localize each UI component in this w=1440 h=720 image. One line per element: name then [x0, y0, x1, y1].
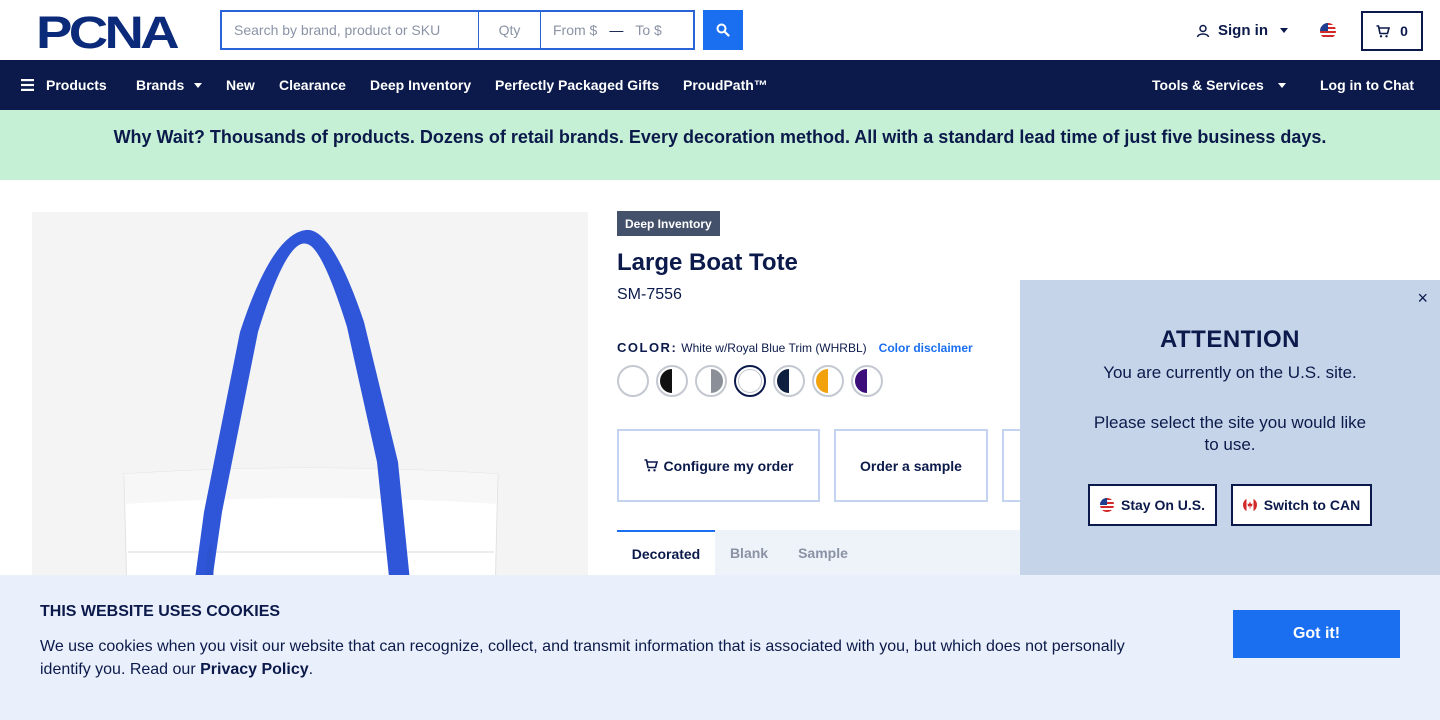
cookie-text: We use cookies when you visit our websit…: [40, 635, 1150, 681]
hamburger-menu-icon: [21, 79, 34, 91]
search-placeholder: Search by brand, product or SKU: [234, 22, 441, 38]
switch-can-button[interactable]: Switch to CAN: [1231, 484, 1372, 526]
color-label: COLOR:: [617, 340, 678, 355]
swatch-navy-trim[interactable]: [773, 365, 805, 397]
order-sample-label: Order a sample: [860, 457, 962, 474]
tab-blank[interactable]: Blank: [720, 530, 778, 575]
configure-order-label: Configure my order: [663, 457, 794, 474]
price-to-placeholder[interactable]: To $: [635, 22, 661, 38]
cookie-end: .: [308, 661, 314, 678]
cart-icon: [644, 459, 658, 472]
switch-can-label: Switch to CAN: [1263, 497, 1361, 513]
privacy-policy-link[interactable]: Privacy Policy: [200, 661, 309, 678]
search-input[interactable]: Search by brand, product or SKU: [220, 10, 478, 50]
cart-button[interactable]: 0: [1361, 11, 1423, 51]
current-site-message: You are currently on the U.S. site.: [1103, 363, 1357, 382]
us-flag-icon: [1099, 498, 1114, 512]
search-bar: Search by brand, product or SKU Qty From…: [220, 10, 743, 50]
deep-inventory-badge: Deep Inventory: [617, 211, 720, 236]
pcna-logo-icon: PCNA: [36, 7, 182, 58]
color-selection-label: COLOR: White w/Royal Blue Trim (WHRBL) C…: [617, 340, 973, 355]
nav-clearance[interactable]: Clearance: [279, 60, 346, 110]
cookie-banner: THIS WEBSITE USES COOKIES We use cookies…: [0, 575, 1440, 720]
swatch-black-trim[interactable]: [656, 365, 688, 397]
top-header: PCNA Search by brand, product or SKU Qty…: [0, 0, 1440, 60]
nav-proudpath[interactable]: ProudPath™: [683, 60, 768, 110]
close-icon[interactable]: ×: [1417, 288, 1428, 309]
price-from-placeholder[interactable]: From $: [553, 22, 597, 38]
configure-order-button[interactable]: Configure my order: [617, 429, 820, 502]
logo-text: PCNA: [36, 12, 179, 52]
attention-title: ATTENTION: [1159, 326, 1301, 353]
nav-products[interactable]: Products: [21, 60, 107, 110]
swatch-purple-trim[interactable]: [851, 365, 883, 397]
nav-tools-services[interactable]: Tools & Services: [1152, 60, 1286, 110]
color-value: White w/Royal Blue Trim (WHRBL): [681, 340, 867, 355]
nav-products-label: Products: [46, 77, 107, 93]
stay-us-label: Stay On U.S.: [1120, 497, 1206, 513]
canada-flag-icon: [1242, 498, 1257, 512]
promo-banner-text: Why Wait? Thousands of products. Dozens …: [113, 127, 1327, 147]
price-range-input[interactable]: From $ — To $: [540, 10, 695, 50]
nav-deep-inventory[interactable]: Deep Inventory: [370, 60, 471, 110]
stay-us-button[interactable]: Stay On U.S.: [1088, 484, 1217, 526]
got-it-button[interactable]: Got it!: [1233, 610, 1400, 658]
user-icon: [1196, 24, 1210, 37]
site-selection-popup: × ATTENTION You are currently on the U.S…: [1020, 280, 1440, 575]
range-separator: —: [609, 22, 624, 38]
swatch-gray-trim[interactable]: [695, 365, 727, 397]
color-disclaimer-link[interactable]: Color disclaimer: [879, 341, 973, 355]
nav-new[interactable]: New: [226, 60, 255, 110]
cart-count: 0: [1400, 23, 1408, 39]
sign-in-label: Sign in: [1218, 22, 1268, 39]
quantity-input[interactable]: Qty: [478, 10, 540, 50]
search-button[interactable]: [703, 10, 743, 50]
cookie-title: THIS WEBSITE USES COOKIES: [40, 603, 281, 620]
nav-log-in-chat[interactable]: Log in to Chat: [1320, 60, 1414, 110]
chevron-down-icon: [194, 82, 203, 88]
select-site-message: Please select the site you would like to…: [1093, 413, 1367, 454]
pcna-logo[interactable]: PCNA: [36, 7, 184, 58]
swatch-orange-trim[interactable]: [812, 365, 844, 397]
order-sample-button[interactable]: Order a sample: [834, 429, 988, 502]
product-title: Large Boat Tote: [617, 249, 798, 276]
chevron-down-icon: [1277, 82, 1286, 88]
promo-banner: Why Wait? Thousands of products. Dozens …: [0, 110, 1440, 180]
nav-tools-label: Tools & Services: [1152, 77, 1264, 93]
search-icon: [716, 23, 730, 37]
main-navigation: Products Brands New Clearance Deep Inven…: [0, 60, 1440, 110]
nav-brands-label: Brands: [136, 77, 185, 93]
swatch-royal-blue-trim[interactable]: [734, 365, 766, 397]
cart-icon: [1376, 24, 1391, 37]
nav-gifts[interactable]: Perfectly Packaged Gifts: [495, 60, 659, 110]
us-flag-icon[interactable]: [1320, 23, 1336, 39]
tab-decorated[interactable]: Decorated: [617, 530, 715, 575]
chevron-down-icon: [1280, 28, 1288, 33]
nav-brands[interactable]: Brands: [136, 60, 203, 110]
swatch-white[interactable]: [617, 365, 649, 397]
qty-placeholder: Qty: [498, 22, 521, 38]
sign-in-menu[interactable]: Sign in: [1196, 22, 1288, 39]
product-sku: SM-7556: [617, 286, 682, 303]
tab-sample[interactable]: Sample: [790, 530, 856, 575]
